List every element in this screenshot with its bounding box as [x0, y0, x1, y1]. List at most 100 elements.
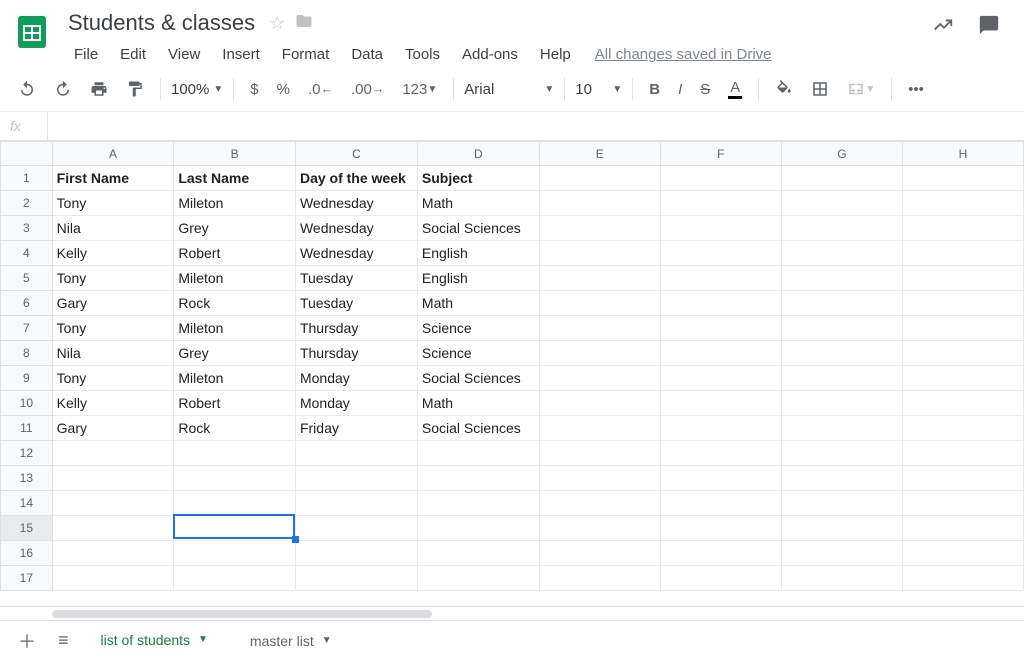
- menu-help[interactable]: Help: [530, 42, 581, 67]
- cell[interactable]: [781, 491, 902, 516]
- cell[interactable]: Math: [417, 391, 539, 416]
- menu-data[interactable]: Data: [341, 42, 393, 67]
- row-header[interactable]: 7: [1, 316, 53, 341]
- cell[interactable]: [174, 516, 296, 541]
- row-header[interactable]: 16: [1, 541, 53, 566]
- cell[interactable]: [174, 566, 296, 591]
- cell[interactable]: [52, 516, 174, 541]
- cell[interactable]: [902, 491, 1023, 516]
- cell[interactable]: [781, 466, 902, 491]
- cell[interactable]: Tony: [52, 266, 174, 291]
- sheet-tab[interactable]: master list▼: [234, 625, 348, 657]
- cell[interactable]: Subject: [417, 166, 539, 191]
- cell[interactable]: [295, 566, 417, 591]
- save-status[interactable]: All changes saved in Drive: [595, 42, 772, 67]
- menu-file[interactable]: File: [64, 42, 108, 67]
- more-button[interactable]: •••: [902, 75, 930, 104]
- spreadsheet-grid[interactable]: ABCDEFGH 1First NameLast NameDay of the …: [0, 141, 1024, 606]
- row-header[interactable]: 9: [1, 366, 53, 391]
- cell[interactable]: Mileton: [174, 316, 296, 341]
- column-header[interactable]: E: [539, 142, 660, 166]
- cell[interactable]: First Name: [52, 166, 174, 191]
- cell[interactable]: [660, 566, 781, 591]
- cell[interactable]: [660, 216, 781, 241]
- increase-decimal-button[interactable]: .00→: [345, 75, 390, 104]
- cell[interactable]: Robert: [174, 391, 296, 416]
- cell[interactable]: Social Sciences: [417, 366, 539, 391]
- column-header[interactable]: H: [902, 142, 1023, 166]
- cell[interactable]: [781, 191, 902, 216]
- cell[interactable]: [295, 441, 417, 466]
- cell[interactable]: Friday: [295, 416, 417, 441]
- cell[interactable]: [660, 166, 781, 191]
- cell[interactable]: [295, 516, 417, 541]
- cell[interactable]: [902, 466, 1023, 491]
- decrease-decimal-button[interactable]: .0←: [302, 75, 339, 104]
- cell[interactable]: [539, 266, 660, 291]
- row-header[interactable]: 1: [1, 166, 53, 191]
- sheets-logo[interactable]: [14, 8, 50, 56]
- bold-button[interactable]: B: [643, 75, 666, 104]
- cell[interactable]: [902, 166, 1023, 191]
- cell[interactable]: [52, 441, 174, 466]
- cell[interactable]: English: [417, 241, 539, 266]
- row-header[interactable]: 14: [1, 491, 53, 516]
- cell[interactable]: [660, 441, 781, 466]
- row-header[interactable]: 13: [1, 466, 53, 491]
- cell[interactable]: [660, 266, 781, 291]
- cell[interactable]: Wednesday: [295, 216, 417, 241]
- cell[interactable]: Wednesday: [295, 191, 417, 216]
- cell[interactable]: [539, 516, 660, 541]
- cell[interactable]: [781, 366, 902, 391]
- cell[interactable]: Rock: [174, 291, 296, 316]
- cell[interactable]: [902, 416, 1023, 441]
- cell[interactable]: [902, 541, 1023, 566]
- cell[interactable]: [660, 466, 781, 491]
- row-header[interactable]: 3: [1, 216, 53, 241]
- cell[interactable]: Tuesday: [295, 291, 417, 316]
- row-header[interactable]: 15: [1, 516, 53, 541]
- cell[interactable]: [539, 166, 660, 191]
- menu-view[interactable]: View: [158, 42, 210, 67]
- column-header[interactable]: D: [417, 142, 539, 166]
- cell[interactable]: Social Sciences: [417, 416, 539, 441]
- all-sheets-button[interactable]: ≡: [52, 624, 75, 657]
- cell[interactable]: [174, 466, 296, 491]
- cell[interactable]: Mileton: [174, 366, 296, 391]
- cell[interactable]: Math: [417, 191, 539, 216]
- cell[interactable]: [902, 191, 1023, 216]
- add-sheet-button[interactable]: ＋: [12, 622, 42, 660]
- cell[interactable]: [417, 516, 539, 541]
- paint-format-button[interactable]: [120, 74, 150, 104]
- cell[interactable]: Nila: [52, 216, 174, 241]
- cell[interactable]: [539, 316, 660, 341]
- cell[interactable]: [660, 541, 781, 566]
- cell[interactable]: [660, 491, 781, 516]
- select-all-corner[interactable]: [1, 142, 53, 166]
- cell[interactable]: [660, 416, 781, 441]
- menu-insert[interactable]: Insert: [212, 42, 270, 67]
- cell[interactable]: [417, 441, 539, 466]
- fill-color-button[interactable]: [769, 74, 799, 104]
- cell[interactable]: [660, 391, 781, 416]
- cell[interactable]: [902, 291, 1023, 316]
- menu-edit[interactable]: Edit: [110, 42, 156, 67]
- cell[interactable]: Mileton: [174, 191, 296, 216]
- cell[interactable]: [539, 341, 660, 366]
- cell[interactable]: Tony: [52, 191, 174, 216]
- cell[interactable]: [539, 291, 660, 316]
- scrollbar-thumb[interactable]: [52, 610, 432, 618]
- cell[interactable]: Social Sciences: [417, 216, 539, 241]
- text-color-button[interactable]: A: [722, 73, 748, 105]
- cell[interactable]: Monday: [295, 366, 417, 391]
- cell[interactable]: Tuesday: [295, 266, 417, 291]
- column-header[interactable]: B: [174, 142, 296, 166]
- cell[interactable]: [902, 566, 1023, 591]
- folder-icon[interactable]: [295, 12, 313, 35]
- cell[interactable]: [781, 566, 902, 591]
- row-header[interactable]: 4: [1, 241, 53, 266]
- cell[interactable]: Grey: [174, 341, 296, 366]
- cell[interactable]: [174, 541, 296, 566]
- cell[interactable]: [660, 341, 781, 366]
- cell[interactable]: [902, 516, 1023, 541]
